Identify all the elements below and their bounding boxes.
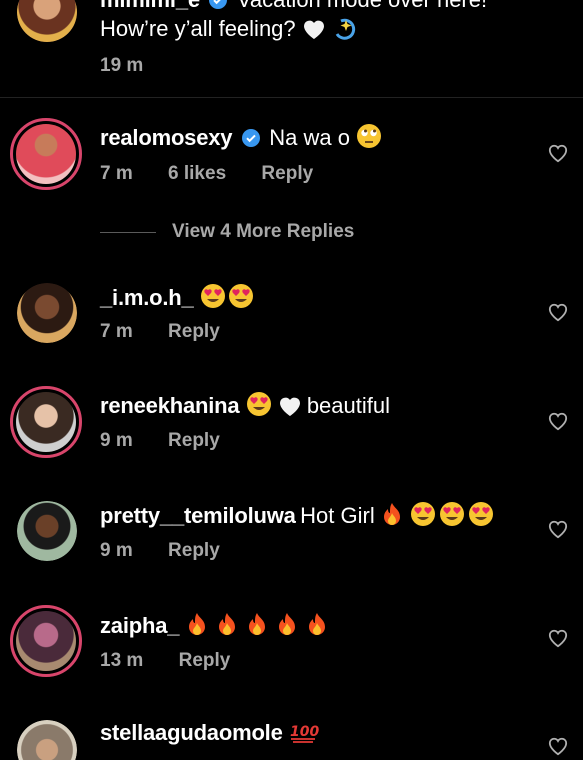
- verified-badge-icon: [208, 0, 228, 15]
- view-more-replies-button[interactable]: View 4 More Replies: [172, 221, 354, 243]
- reply-button[interactable]: Reply: [168, 430, 220, 451]
- heart-outline-icon[interactable]: [547, 519, 569, 539]
- comment-item: realomosexy Na wa o 7 m 6 likes Reply: [0, 115, 583, 205]
- avatar[interactable]: [17, 283, 77, 343]
- avatar[interactable]: [10, 605, 82, 677]
- heart-outline-icon[interactable]: [547, 302, 569, 322]
- comment-item: reneekhanina beautiful 9 m Reply: [0, 383, 583, 478]
- heart-outline-icon[interactable]: [547, 411, 569, 431]
- timestamp: 9 m: [100, 430, 133, 451]
- heart-eyes-emoji: [410, 501, 494, 532]
- heart-eyes-emoji: [200, 283, 256, 314]
- username[interactable]: mimimi_e: [100, 0, 200, 12]
- reply-button[interactable]: Reply: [179, 650, 231, 671]
- hundred-emoji: 100: [289, 720, 320, 749]
- sparkle-emoji: [333, 16, 359, 45]
- username[interactable]: stellaagudaomole: [100, 720, 283, 745]
- avatar[interactable]: [10, 118, 82, 190]
- reply-button[interactable]: Reply: [261, 163, 313, 184]
- comment-text: beautiful: [306, 393, 390, 418]
- reply-button[interactable]: Reply: [168, 321, 220, 342]
- fire-emoji: [381, 501, 403, 532]
- divider: [0, 97, 583, 98]
- verified-badge-icon: [241, 128, 261, 153]
- username[interactable]: realomosexy: [100, 125, 233, 150]
- comment-text: Hot Girl: [300, 503, 375, 528]
- username[interactable]: reneekhanina: [100, 393, 240, 418]
- timestamp: 19 m: [100, 55, 144, 76]
- avatar[interactable]: [10, 386, 82, 458]
- comment-text: Vacation mode over here!: [237, 0, 487, 12]
- white-heart-emoji: [278, 395, 302, 422]
- username[interactable]: pretty__temiloluwa: [100, 503, 296, 528]
- heart-outline-icon[interactable]: [547, 143, 569, 163]
- heart-outline-icon[interactable]: [547, 736, 569, 756]
- eye-roll-emoji: [356, 123, 382, 154]
- comment-item: zaipha_ 13 m Reply: [0, 603, 583, 698]
- comment-item: pretty__temiloluwa Hot Girl 9 m Reply: [0, 493, 583, 588]
- top-comment: mimimi_e Vacation mode over here! How’re…: [0, 0, 583, 95]
- heart-eyes-emoji: [246, 391, 272, 422]
- timestamp: 9 m: [100, 540, 133, 561]
- username[interactable]: _i.m.o.h_: [100, 285, 194, 310]
- replies-divider: [100, 232, 156, 233]
- reply-button[interactable]: Reply: [168, 540, 220, 561]
- avatar[interactable]: [17, 0, 77, 42]
- username[interactable]: zaipha_: [100, 613, 179, 638]
- avatar[interactable]: [17, 501, 77, 561]
- avatar[interactable]: [17, 720, 77, 760]
- heart-outline-icon[interactable]: [547, 628, 569, 648]
- comment-item: stellaagudaomole 100: [0, 712, 583, 760]
- comment-item: _i.m.o.h_ 7 m Reply: [0, 278, 583, 368]
- likes-count[interactable]: 6 likes: [168, 163, 226, 184]
- comment-text-line2: How’re y’all feeling?: [100, 16, 296, 41]
- timestamp: 7 m: [100, 321, 133, 342]
- timestamp: 13 m: [100, 650, 144, 671]
- comment-text: Na wa o: [269, 125, 350, 150]
- svg-text:100: 100: [290, 724, 319, 740]
- white-heart-emoji: [302, 18, 326, 45]
- timestamp: 7 m: [100, 163, 133, 184]
- fire-emoji: [186, 611, 336, 642]
